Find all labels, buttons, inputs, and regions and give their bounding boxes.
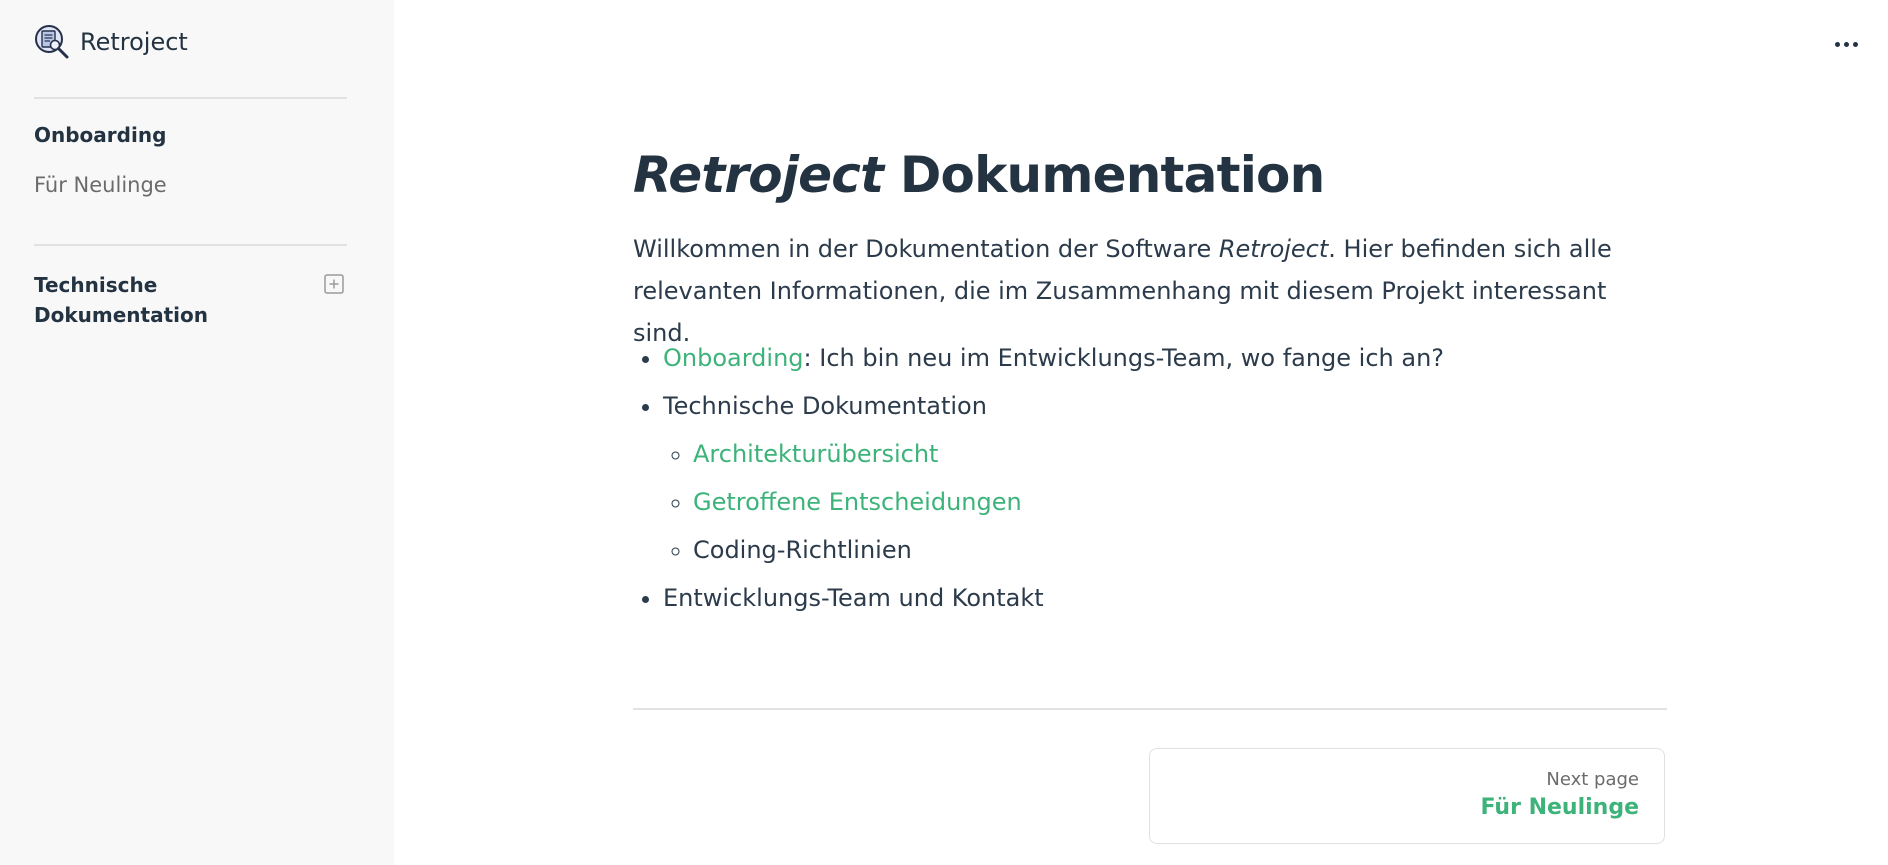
ellipsis-icon[interactable] [1832,34,1862,54]
page-title-rest: Dokumentation [883,146,1325,204]
list-item-team: Entwicklungs-Team und Kontakt [663,574,1444,622]
page-title-italic: Retroject [633,146,884,204]
magnifier-document-icon [35,25,69,59]
list-item-technische-dokumentation: Technische Dokumentation Architekturüber… [663,382,1444,574]
sub-list: Architekturübersicht Getroffene Entschei… [663,430,1444,574]
intro-text: Willkommen in der Dokumentation der Soft… [633,235,1219,263]
list-item-onboarding: Onboarding: Ich bin neu im Entwicklungs-… [663,334,1444,382]
next-page-card[interactable]: Next page Für Neulinge [1149,748,1665,844]
next-page-kicker: Next page [1546,769,1639,790]
brand-name: Retroject [80,28,188,56]
ellipsis-dot [1835,42,1840,47]
list-item-text: : Ich bin neu im Entwicklungs-Team, wo f… [803,344,1445,372]
plus-square-icon[interactable] [324,274,344,294]
sidebar-item-fuer-neulinge[interactable]: Für Neulinge [34,169,167,201]
sidebar-section-onboarding: Onboarding [34,123,167,147]
ellipsis-dot [1853,42,1858,47]
sidebar-divider [34,244,347,246]
list-item: Coding-Richtlinien [693,526,1444,574]
list-item: Architekturübersicht [693,430,1444,478]
list-item: Getroffene Entscheidungen [693,478,1444,526]
decisions-link[interactable]: Getroffene Entscheidungen [693,488,1022,516]
list-item-text: Entwicklungs-Team und Kontakt [663,584,1044,612]
page-title: Retroject Dokumentation [633,140,1325,210]
list-item-text: Coding-Richtlinien [693,536,912,564]
content-divider [633,708,1667,710]
list-item-text: Technische Dokumentation [663,392,987,420]
sidebar-divider [34,97,347,99]
brand[interactable]: Retroject [34,24,188,60]
architecture-link[interactable]: Architekturübersicht [693,440,938,468]
sidebar-section-technische-dokumentation: Technische Dokumentation [34,273,208,327]
sidebar: Retroject Onboarding Für Neulinge Techni… [0,0,394,865]
next-page-title[interactable]: Für Neulinge [1480,795,1639,820]
intro-italic: Retroject [1218,235,1329,263]
onboarding-link[interactable]: Onboarding [663,344,804,372]
ellipsis-dot [1844,42,1849,47]
content-list: Onboarding: Ich bin neu im Entwicklungs-… [633,334,1444,622]
